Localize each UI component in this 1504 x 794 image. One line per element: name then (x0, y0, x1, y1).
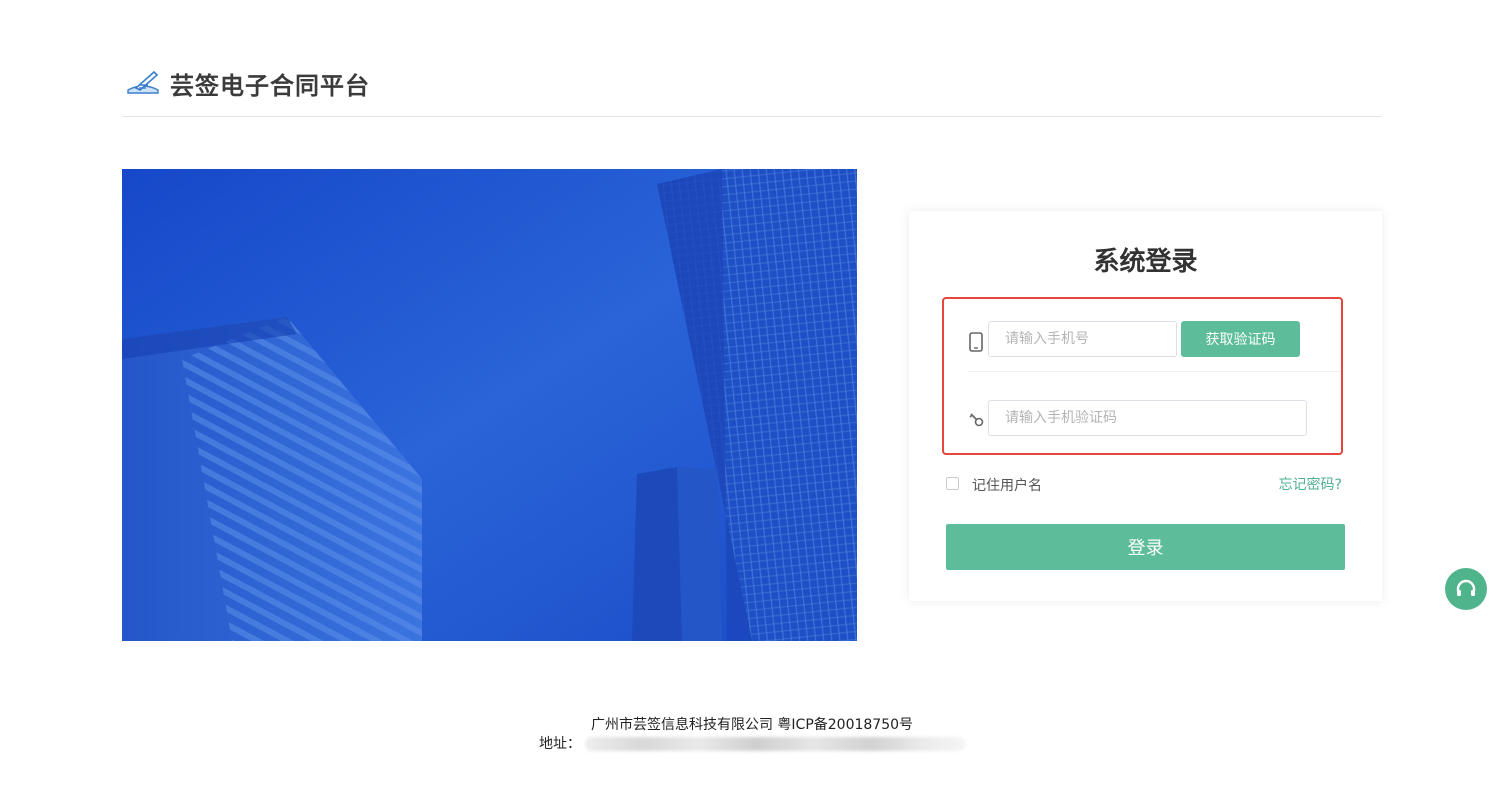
sms-login-form: 获取验证码 (942, 297, 1343, 455)
header: 芸签电子合同平台 (122, 56, 1382, 117)
footer: 广州市芸签信息科技有限公司 粤ICP备20018750号 地址： (0, 716, 1504, 754)
key-icon (969, 413, 984, 427)
skyscrapers-illustration (122, 169, 857, 641)
address-label: 地址： (539, 736, 581, 752)
headset-icon (1456, 579, 1476, 596)
verification-code-input[interactable] (988, 400, 1307, 436)
address-line: 地址： (539, 735, 965, 754)
remember-checkbox[interactable] (946, 477, 959, 490)
remember-label: 记住用户名 (972, 478, 1042, 494)
pen-signature-icon (127, 70, 159, 94)
divider (968, 371, 1341, 372)
company-info: 广州市芸签信息科技有限公司 粤ICP备20018750号 (590, 717, 914, 733)
login-title: 系统登录 (1093, 247, 1198, 277)
get-code-button[interactable]: 获取验证码 (1181, 321, 1300, 357)
login-button[interactable]: 登录 (946, 524, 1345, 570)
phone-input[interactable] (988, 321, 1177, 357)
mobile-phone-icon (969, 332, 983, 352)
redacted-address (585, 737, 965, 751)
brand-title: 芸签电子合同平台 (170, 72, 370, 100)
customer-support-button[interactable] (1445, 568, 1487, 610)
login-card: 系统登录 获取验证码 记住用户名 忘记密码? 登录 (909, 211, 1382, 601)
hero-image (122, 169, 857, 641)
forgot-password-link[interactable]: 忘记密码? (1279, 474, 1342, 494)
